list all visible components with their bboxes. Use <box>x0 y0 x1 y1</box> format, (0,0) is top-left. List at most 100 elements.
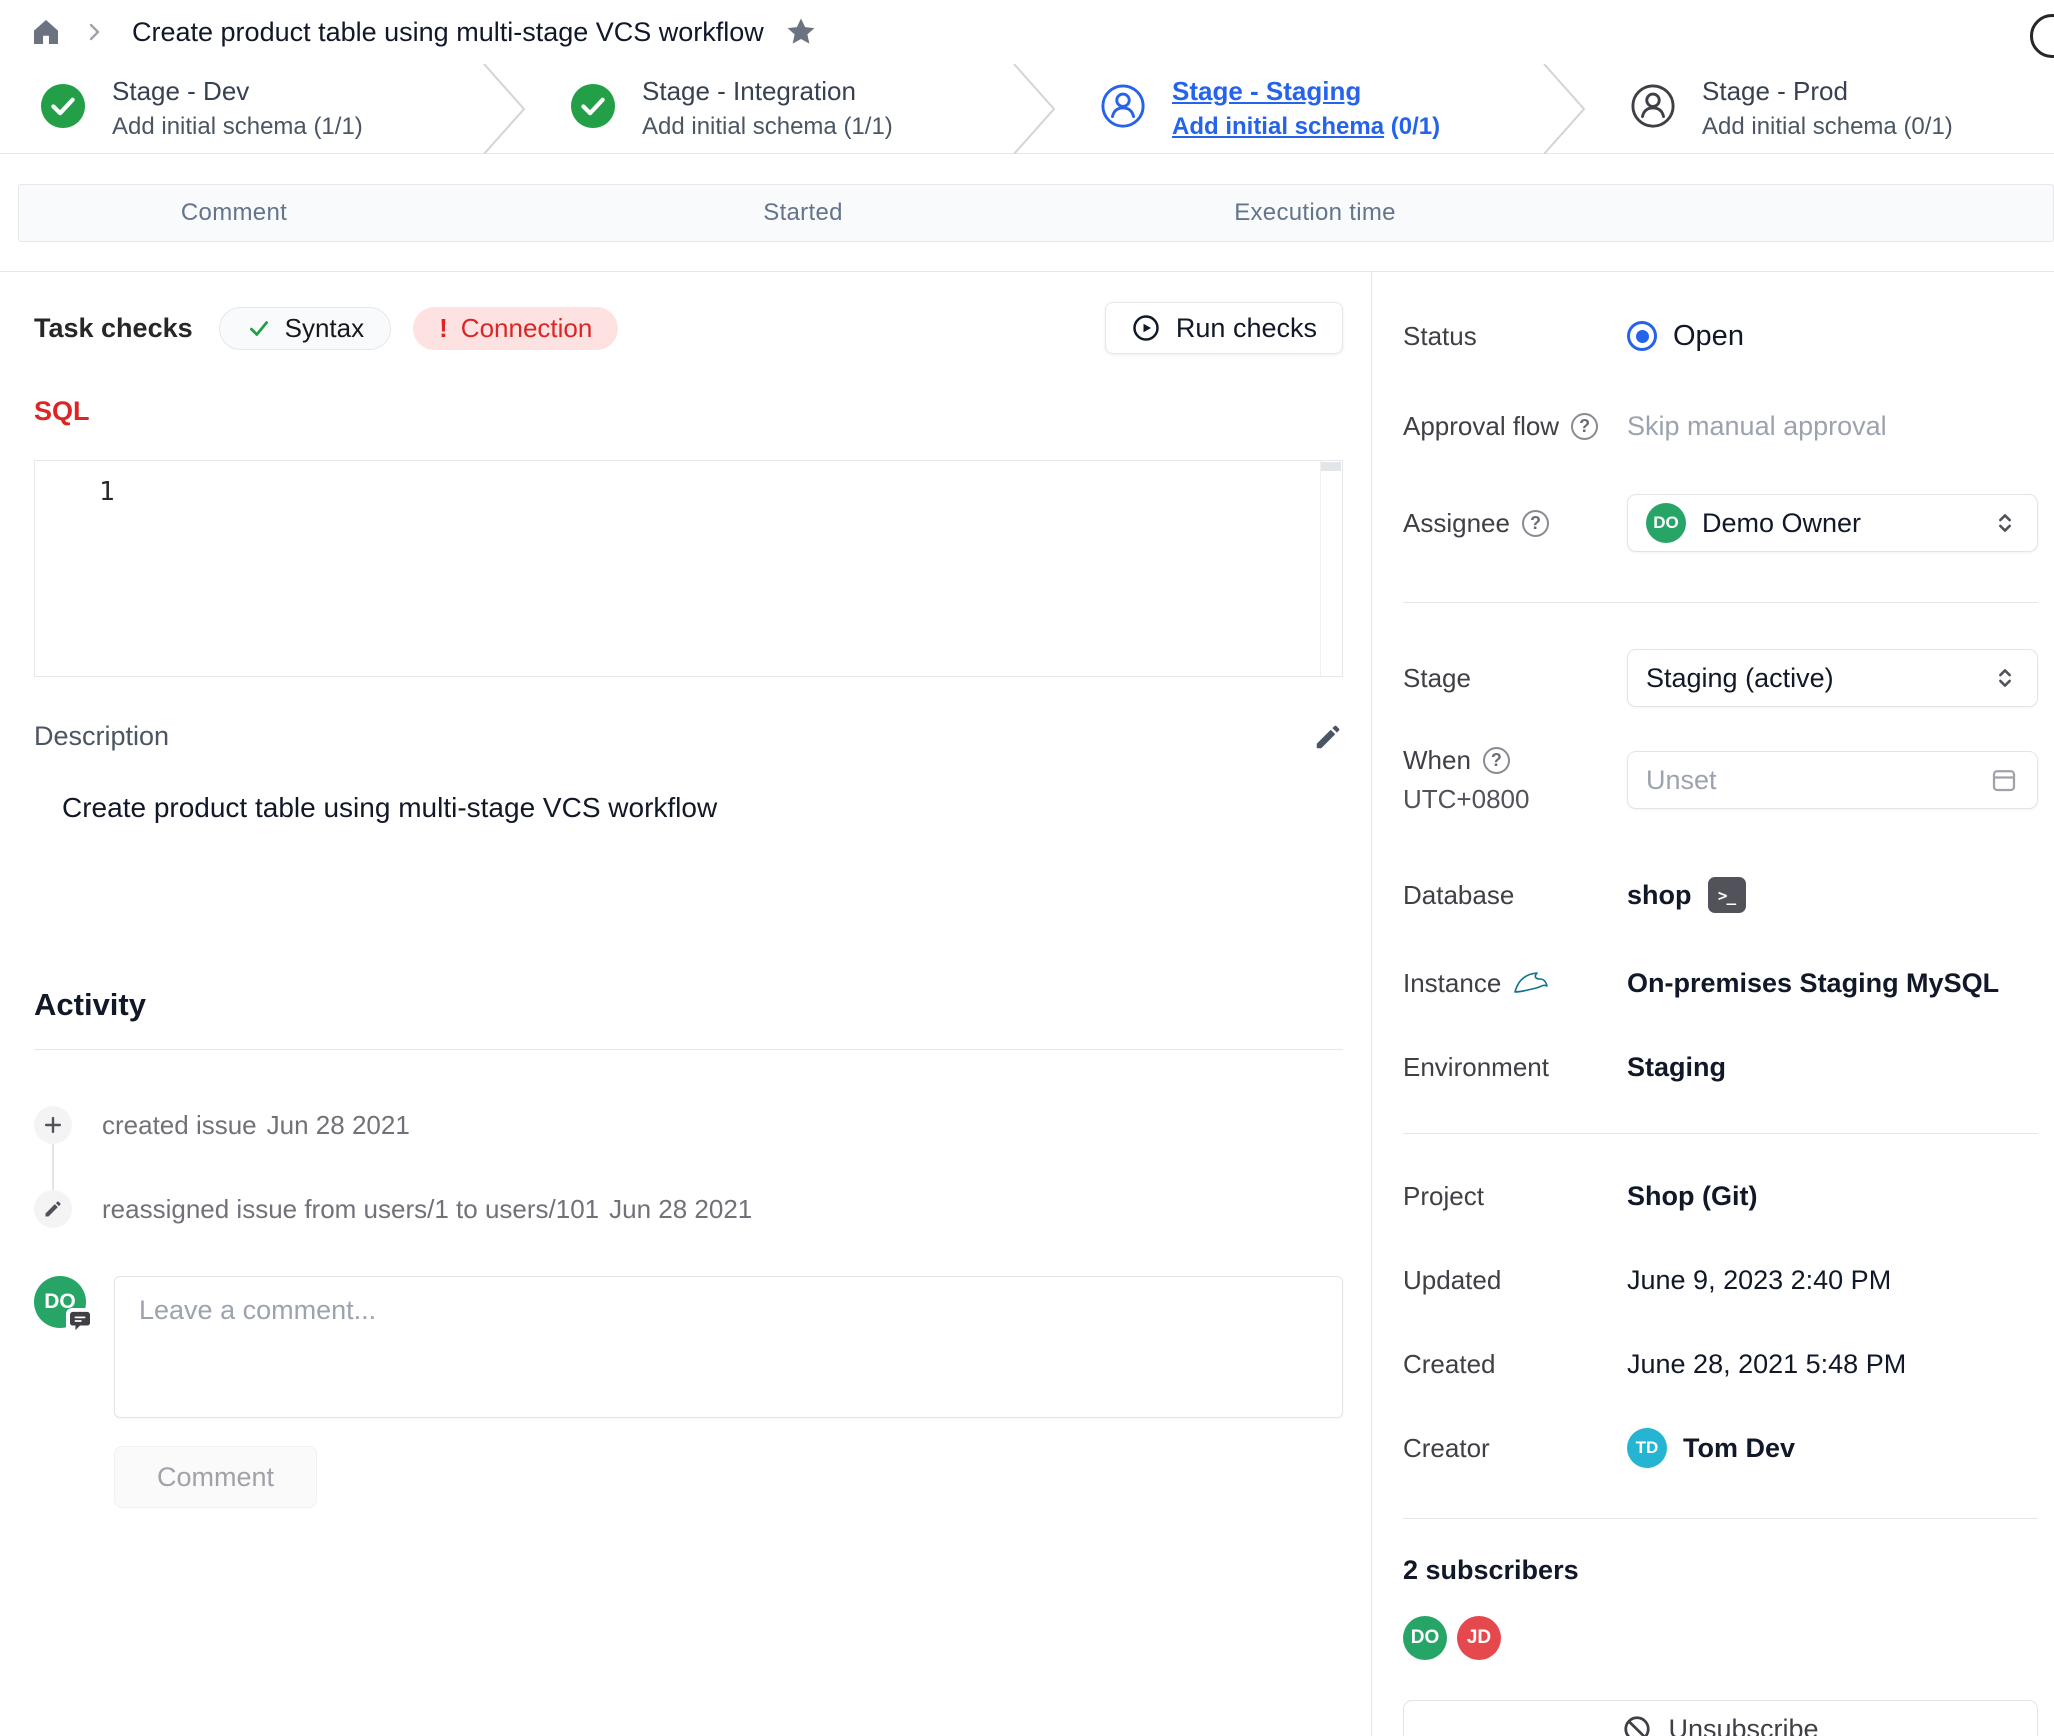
issue-sidebar: Status Open Approval flow ? Skip manual … <box>1372 272 2054 1736</box>
sql-line-number: 1 <box>99 477 115 507</box>
subscriber-avatars: DO JD <box>1403 1616 2038 1660</box>
description-text: Create product table using multi-stage V… <box>34 792 1343 824</box>
syntax-check-pill[interactable]: Syntax <box>219 307 392 350</box>
run-checks-button[interactable]: Run checks <box>1105 302 1343 354</box>
breadcrumb-chevron-icon <box>82 20 106 44</box>
comment-submit-button[interactable]: Comment <box>114 1446 317 1508</box>
when-datetime-input[interactable]: Unset <box>1627 751 2038 809</box>
stage-separator-chevron <box>1538 64 1590 154</box>
stage-task: Add initial schema <box>1702 113 1897 140</box>
help-icon[interactable]: ? <box>1571 413 1598 440</box>
project-label: Project <box>1403 1181 1627 1212</box>
sql-console-icon[interactable]: >_ <box>1708 877 1746 913</box>
help-icon[interactable]: ? <box>1522 510 1549 537</box>
approval-flow-value: Skip manual approval <box>1627 411 1887 442</box>
approval-flow-label: Approval flow <box>1403 411 1559 442</box>
stage-task: Add initial schema <box>112 113 307 140</box>
activity-text: reassigned issue from users/1 to users/1… <box>102 1194 599 1224</box>
activity-item-created: created issue Jun 28 2021 <box>34 1106 1343 1144</box>
database-label: Database <box>1403 880 1627 911</box>
connection-check-pill[interactable]: ! Connection <box>413 307 618 350</box>
task-table-header: Comment Started Execution time <box>18 184 2054 242</box>
status-open-radio[interactable] <box>1627 321 1657 351</box>
stage-select-label: Stage <box>1403 663 1627 694</box>
activity-heading: Activity <box>34 987 1343 1023</box>
stage-person-icon <box>1630 83 1676 134</box>
updated-label: Updated <box>1403 1265 1627 1296</box>
assignee-avatar: DO <box>1646 503 1686 543</box>
creator-value: Tom Dev <box>1683 1433 1795 1464</box>
chevron-up-down-icon <box>1991 509 2019 537</box>
subscriber-avatar: DO <box>1403 1616 1447 1660</box>
stage-task-count: (1/1) <box>313 113 362 140</box>
stage-select[interactable]: Staging (active) <box>1627 649 2038 707</box>
instance-value: On-premises Staging MySQL <box>1627 968 1999 999</box>
stage-separator-chevron <box>1008 64 1060 154</box>
current-user-avatar: DO <box>34 1276 86 1328</box>
activity-text: created issue <box>102 1110 257 1140</box>
sql-editor[interactable]: 1 <box>34 460 1343 677</box>
help-icon[interactable]: ? <box>1483 747 1510 774</box>
project-value: Shop (Git) <box>1627 1181 1757 1212</box>
stage-select-value: Staging (active) <box>1646 663 1975 694</box>
timeline-connector <box>52 1144 54 1190</box>
assignee-value: Demo Owner <box>1702 508 1975 539</box>
creator-avatar: TD <box>1627 1428 1667 1468</box>
run-checks-label: Run checks <box>1176 313 1317 344</box>
column-header-execution-time: Execution time <box>1234 185 1396 241</box>
stage-title: Stage - Dev <box>112 76 363 107</box>
created-label: Created <box>1403 1349 1627 1380</box>
task-checks-label: Task checks <box>34 313 193 344</box>
activity-date: Jun 28 2021 <box>609 1194 752 1224</box>
when-placeholder: Unset <box>1646 765 1989 796</box>
environment-label: Environment <box>1403 1052 1627 1083</box>
divider <box>1403 1518 2038 1519</box>
speech-bubble-badge-icon <box>66 1308 94 1334</box>
when-timezone: UTC+0800 <box>1403 784 1627 815</box>
column-header-started: Started <box>763 185 842 241</box>
sql-section-label: SQL <box>34 396 1343 427</box>
stage-task: Add initial schema <box>642 113 837 140</box>
scrollbar-thumb[interactable] <box>1321 462 1341 471</box>
comment-input[interactable] <box>114 1276 1343 1418</box>
subscribers-heading: 2 subscribers <box>1403 1555 2038 1586</box>
unsubscribe-button[interactable]: Unsubscribe <box>1403 1700 2038 1736</box>
stage-pipeline: Stage - Dev Add initial schema (1/1) Sta… <box>0 64 2054 154</box>
page-title: Create product table using multi-stage V… <box>132 17 764 48</box>
when-label: When <box>1403 745 1471 776</box>
stage-task: Add initial schema <box>1172 113 1384 140</box>
stage-person-icon <box>1100 83 1146 134</box>
divider <box>1403 1133 2038 1134</box>
assignee-select[interactable]: DO Demo Owner <box>1627 494 2038 552</box>
creator-label: Creator <box>1403 1433 1627 1464</box>
environment-value: Staging <box>1627 1052 1726 1083</box>
divider <box>1403 602 2038 603</box>
task-checks-row: Task checks Syntax ! Connection Run chec… <box>34 302 1343 354</box>
stage-done-check-icon <box>570 83 616 134</box>
ban-icon <box>1622 1714 1652 1736</box>
activity-item-reassigned: reassigned issue from users/1 to users/1… <box>34 1190 1343 1228</box>
connection-check-label: Connection <box>461 313 593 344</box>
stage-item-staging[interactable]: Stage - Staging Add initial schema (0/1) <box>1060 76 1538 141</box>
stage-item-dev[interactable]: Stage - Dev Add initial schema (1/1) <box>0 76 478 141</box>
syntax-check-label: Syntax <box>285 313 365 344</box>
stage-item-prod[interactable]: Stage - Prod Add initial schema (0/1) <box>1590 76 2054 141</box>
calendar-icon <box>1989 765 2019 795</box>
edit-description-pencil-icon[interactable] <box>1313 722 1343 752</box>
mysql-icon <box>1513 970 1549 996</box>
editor-gutter-divider <box>1320 461 1321 676</box>
exclamation-icon: ! <box>439 313 448 344</box>
database-value: shop <box>1627 880 1692 911</box>
updated-value: June 9, 2023 2:40 PM <box>1627 1265 1891 1296</box>
issue-main-panel: Task checks Syntax ! Connection Run chec… <box>0 272 1372 1736</box>
home-icon[interactable] <box>30 16 62 48</box>
stage-item-integration[interactable]: Stage - Integration Add initial schema (… <box>530 76 1008 141</box>
stage-separator-chevron <box>478 64 530 154</box>
activity-date: Jun 28 2021 <box>267 1110 410 1140</box>
pencil-icon <box>34 1190 72 1228</box>
star-icon[interactable] <box>784 15 818 49</box>
comment-composer: DO <box>34 1276 1343 1418</box>
stage-task-count: (0/1) <box>1903 113 1952 140</box>
check-icon <box>246 315 272 341</box>
activity-timeline: created issue Jun 28 2021 reassigned issu… <box>34 1050 1343 1228</box>
